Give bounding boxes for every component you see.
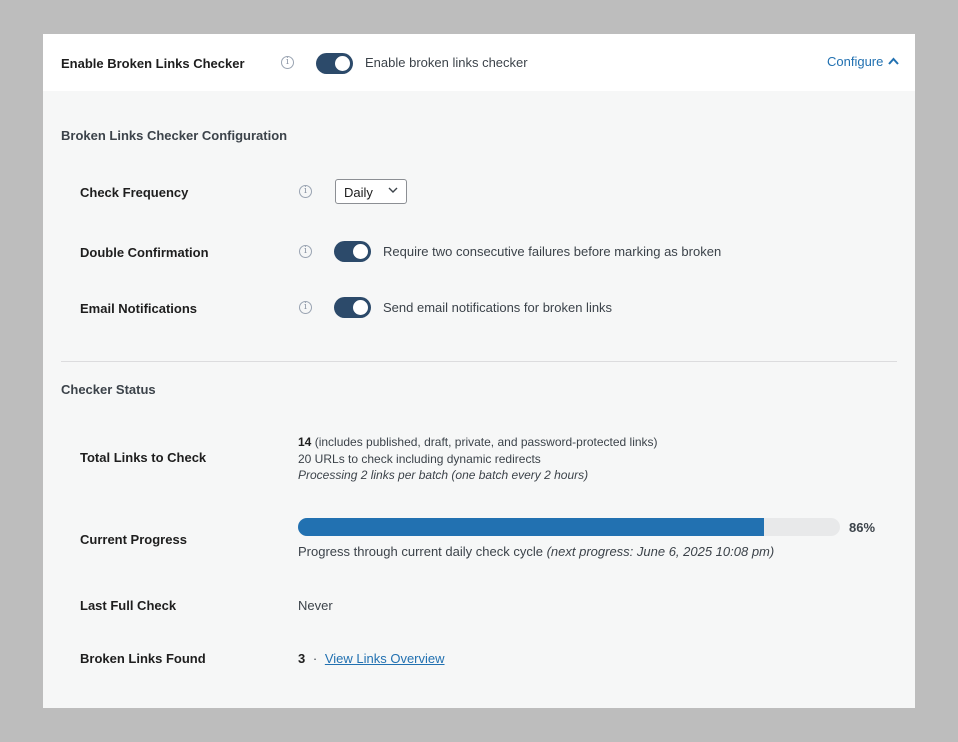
config-section-title: Broken Links Checker Configuration <box>61 128 288 143</box>
check-frequency-label: Check Frequency <box>80 185 189 200</box>
configure-button[interactable]: Configure <box>827 54 899 69</box>
email-notifications-text: Send email notifications for broken link… <box>383 300 613 315</box>
info-icon[interactable]: i <box>281 56 294 69</box>
enable-checker-toggle[interactable] <box>316 53 353 74</box>
broken-links-count: 3 <box>298 651 306 666</box>
info-icon[interactable]: i <box>299 185 312 198</box>
check-frequency-value: Daily <box>344 185 373 200</box>
configure-label: Configure <box>827 54 884 69</box>
header-title: Enable Broken Links Checker <box>61 56 245 71</box>
toggle-knob <box>353 244 368 259</box>
next-progress: (next progress: June 6, 2025 10:08 pm) <box>546 544 775 559</box>
status-section-title: Checker Status <box>61 382 156 397</box>
toggle-knob <box>335 56 350 71</box>
double-confirmation-toggle[interactable] <box>334 241 371 262</box>
double-confirmation-label: Double Confirmation <box>80 245 209 260</box>
chevron-up-icon <box>888 57 899 65</box>
batch-line: Processing 2 links per batch (one batch … <box>298 468 589 482</box>
view-links-overview-link[interactable]: View Links Overview <box>325 651 445 666</box>
header-bar: Enable Broken Links Checker i Enable bro… <box>43 34 915 91</box>
total-links-note: (includes published, draft, private, and… <box>314 435 658 449</box>
total-links-label: Total Links to Check <box>80 450 207 465</box>
progress-caption-line: Progress through current daily check cyc… <box>298 544 774 559</box>
enable-toggle-label: Enable broken links checker <box>365 55 528 70</box>
broken-links-label: Broken Links Found <box>80 651 206 666</box>
last-full-check-value: Never <box>298 598 333 613</box>
email-notifications-label: Email Notifications <box>80 301 198 316</box>
toggle-knob <box>353 300 368 315</box>
total-links-count-line: 14 (includes published, draft, private, … <box>298 434 658 451</box>
progress-fill <box>298 518 765 536</box>
current-progress-label: Current Progress <box>80 532 187 547</box>
chevron-down-icon <box>388 187 398 193</box>
double-confirmation-text: Require two consecutive failures before … <box>383 244 722 259</box>
last-full-check-label: Last Full Check <box>80 598 177 613</box>
check-frequency-select[interactable]: Daily <box>335 179 407 204</box>
info-icon[interactable]: i <box>299 245 312 258</box>
progress-bar <box>298 518 840 536</box>
separator-dot: · <box>312 651 318 666</box>
progress-caption: Progress through current daily check cyc… <box>298 544 543 559</box>
broken-links-value: 3 · View Links Overview <box>298 651 445 666</box>
email-notifications-toggle[interactable] <box>334 297 371 318</box>
settings-panel: Enable Broken Links Checker i Enable bro… <box>43 34 915 708</box>
section-divider <box>61 361 897 362</box>
urls-line: 20 URLs to check including dynamic redir… <box>298 451 541 466</box>
info-icon[interactable]: i <box>299 301 312 314</box>
progress-percent: 86% <box>849 520 876 535</box>
total-links-details: 14 (includes published, draft, private, … <box>298 434 658 484</box>
total-links-count: 14 <box>298 435 312 449</box>
